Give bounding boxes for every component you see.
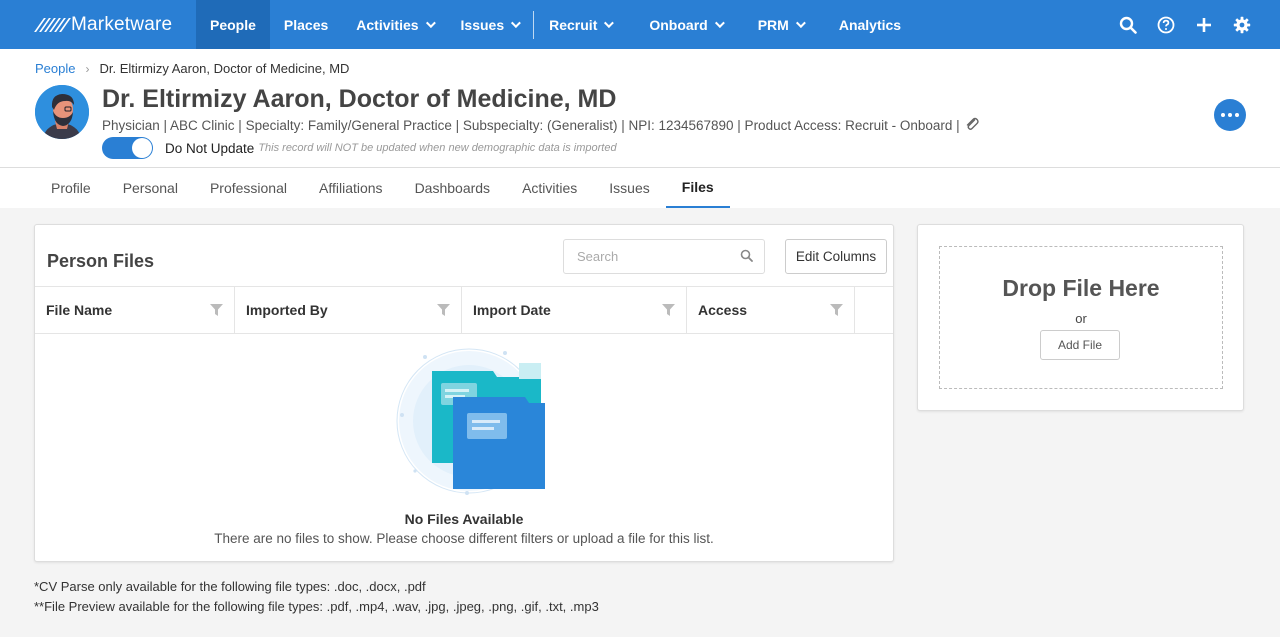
column-header-import-date[interactable]: Import Date — [462, 287, 687, 333]
filter-icon[interactable] — [437, 304, 450, 316]
do-not-update-label: Do Not Update — [165, 140, 255, 156]
tab-dashboards[interactable]: Dashboards — [399, 168, 507, 208]
search-icon — [740, 249, 753, 267]
tab-files[interactable]: Files — [665, 168, 730, 208]
nav-item-onboard[interactable]: Onboard — [625, 0, 735, 49]
do-not-update-row: Do Not Update This record will NOT be up… — [102, 137, 617, 159]
more-dots-icon — [1235, 113, 1239, 117]
nav-item-recruit[interactable]: Recruit — [535, 0, 625, 49]
person-header: People › Dr. Eltirmizy Aaron, Doctor of … — [0, 49, 1280, 168]
do-not-update-toggle[interactable] — [102, 137, 153, 159]
drop-zone-title: Drop File Here — [1002, 275, 1160, 301]
panel-title: Person Files — [47, 251, 155, 271]
help-icon[interactable] — [1156, 15, 1176, 35]
gear-icon[interactable] — [1232, 15, 1252, 35]
tab-personal[interactable]: Personal — [107, 168, 194, 208]
nav-item-analytics[interactable]: Analytics — [817, 0, 915, 49]
add-file-button[interactable]: Add File — [1040, 330, 1120, 360]
nav-item-places[interactable]: Places — [270, 0, 342, 49]
drop-file-panel: Drop File Here or Add File — [917, 224, 1244, 411]
person-details-text: Physician | ABC Clinic | Specialty: Fami… — [102, 118, 960, 133]
nav-item-prm[interactable]: PRM — [736, 0, 817, 49]
more-dots-icon — [1228, 113, 1232, 117]
cv-parse-note: *CV Parse only available for the followi… — [34, 579, 426, 594]
paperclip-icon[interactable] — [964, 116, 980, 135]
tab-affiliations[interactable]: Affiliations — [303, 168, 399, 208]
empty-state-text: There are no files to show. Please choos… — [214, 531, 714, 546]
drop-zone-or: or — [1075, 311, 1087, 326]
drop-zone[interactable]: Drop File Here or Add File — [939, 246, 1223, 389]
chevron-down-icon — [604, 18, 615, 29]
toggle-knob — [132, 138, 152, 158]
plus-icon[interactable] — [1194, 15, 1214, 35]
empty-state-title: No Files Available — [404, 511, 524, 527]
person-details: Physician | ABC Clinic | Specialty: Fami… — [102, 116, 980, 135]
filter-icon[interactable] — [662, 304, 675, 316]
top-navbar: Marketware People Places Activities Issu… — [0, 0, 1280, 49]
do-not-update-note: This record will NOT be updated when new… — [258, 142, 617, 154]
chevron-down-icon — [425, 18, 436, 29]
person-tabs: Profile Personal Professional Affiliatio… — [0, 168, 1280, 208]
nav-item-people[interactable]: People — [196, 0, 270, 49]
page-title: Dr. Eltirmizy Aaron, Doctor of Medicine,… — [102, 85, 617, 113]
breadcrumb-current: Dr. Eltirmizy Aaron, Doctor of Medicine,… — [99, 61, 350, 76]
column-header-file-name[interactable]: File Name — [35, 287, 235, 333]
tab-activities[interactable]: Activities — [506, 168, 593, 208]
tab-professional[interactable]: Professional — [194, 168, 303, 208]
chevron-right-icon: › — [85, 61, 90, 76]
search-icon[interactable] — [1118, 15, 1138, 35]
files-table-header: File Name Imported By Import Date Access — [35, 286, 893, 334]
avatar — [35, 85, 89, 139]
chevron-down-icon — [714, 18, 725, 29]
brand-name: Marketware — [71, 13, 173, 35]
empty-folder-icon — [385, 343, 563, 503]
filter-icon[interactable] — [830, 304, 843, 316]
chevron-down-icon — [511, 18, 521, 29]
tab-issues[interactable]: Issues — [593, 168, 665, 208]
breadcrumb: People › Dr. Eltirmizy Aaron, Doctor of … — [35, 61, 349, 76]
brand-logo[interactable]: Marketware — [0, 0, 196, 49]
edit-columns-button[interactable]: Edit Columns — [785, 239, 887, 274]
person-files-panel: Person Files Edit Columns File Name Impo… — [34, 224, 894, 562]
nav-divider — [533, 10, 535, 39]
chevron-down-icon — [795, 18, 806, 29]
column-header-access[interactable]: Access — [687, 287, 855, 333]
file-type-notes: *CV Parse only available for the followi… — [34, 577, 599, 617]
brand-logo-mark-icon — [34, 17, 71, 32]
column-header-spacer — [855, 287, 893, 333]
more-dots-icon — [1221, 113, 1225, 117]
file-preview-note: **File Preview available for the followi… — [34, 599, 599, 614]
nav-actions — [1118, 0, 1252, 49]
nav-item-activities[interactable]: Activities — [342, 0, 446, 49]
nav-item-issues[interactable]: Issues — [447, 0, 533, 49]
search-input[interactable] — [563, 239, 765, 274]
breadcrumb-link-people[interactable]: People — [35, 61, 75, 76]
column-header-imported-by[interactable]: Imported By — [235, 287, 462, 333]
more-options-button[interactable] — [1214, 99, 1246, 131]
filter-icon[interactable] — [210, 304, 223, 316]
tab-profile[interactable]: Profile — [35, 168, 107, 208]
